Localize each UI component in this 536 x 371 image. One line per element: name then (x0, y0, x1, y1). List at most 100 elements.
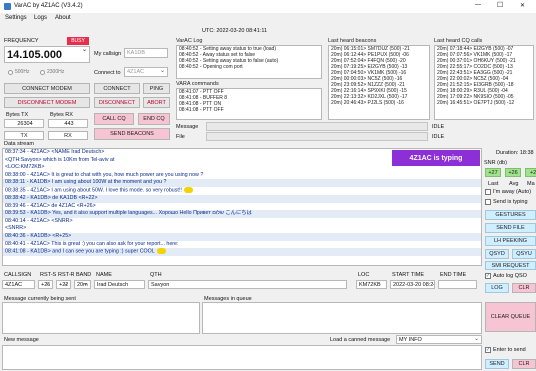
file-progress (206, 132, 428, 141)
bytes-rx-value: 443 (48, 119, 88, 128)
heard-cq-title: Last heard CQ calls (434, 38, 483, 44)
maximize-button[interactable]: ☐ (497, 1, 503, 9)
away-auto-label: I'm away (Auto) (493, 189, 532, 195)
radio-500hz[interactable]: 500Hz (8, 69, 29, 75)
chat-line: 08:38:35 - 4Z1AC> I am using about 50W. … (3, 186, 481, 195)
smiley-emoji-icon (183, 186, 193, 193)
chat-line: 08:40:14 - 4Z1AC> <SNRR> (5, 217, 73, 224)
qso-field-callsign[interactable]: 4Z1AC (2, 280, 35, 289)
qso-header-start-time: START TIME (392, 272, 424, 278)
chat-line: 08:41:08 - KA1DB> and I can see you are … (3, 248, 481, 257)
qso-field-band[interactable]: 20m (74, 280, 91, 289)
close-button[interactable]: ✕ (520, 2, 525, 9)
qso-header-qth: QTH (150, 272, 162, 278)
radio-2300hz[interactable]: 2300Hz (40, 69, 64, 75)
send-beacons-button[interactable]: SEND BEACONS (94, 128, 170, 140)
minimize-button[interactable]: — (475, 2, 481, 8)
qsyu-button[interactable]: QSYU (512, 249, 536, 259)
qso-field-rst-s[interactable]: +25 (38, 280, 53, 289)
canned-value: MY INFO (399, 336, 422, 343)
menu-about[interactable]: About (55, 15, 71, 21)
check-icon: ✓ (485, 347, 491, 353)
msg-queue-box[interactable] (202, 302, 482, 334)
window-title: VarAC by 4Z1AC (V3.4.2) (14, 3, 83, 9)
new-message-label: New message (4, 337, 39, 343)
snr-avg-value: +26 (505, 168, 521, 177)
app-icon (4, 3, 11, 10)
message-label: Message (176, 124, 199, 130)
snr-avg-label: Avg (509, 181, 519, 187)
end-cq-button[interactable]: END CQ (138, 113, 170, 125)
file-label: File (176, 134, 185, 140)
clear-queue-button[interactable]: CLEAR QUEUE (485, 302, 536, 332)
qso-field-start-time[interactable]: 2022-03-20 08:24:33 (390, 280, 435, 289)
qso-field-qth[interactable]: Savyon (148, 280, 347, 289)
connect-to-value: 4Z1AC (127, 69, 145, 75)
ping-button[interactable]: PING (143, 83, 170, 94)
qso-header-band: BAND (76, 272, 92, 278)
heard-cq-box[interactable]: 20m) 07:18:44> EI2GYB (500) -07 20m) 07:0… (434, 45, 534, 120)
smi-request-button[interactable]: SMI REQUEST (485, 261, 536, 270)
clear-queue-label: CLEAR QUEUE (490, 313, 531, 320)
enter-to-send-checkbox[interactable]: ✓ Enter to send (485, 347, 526, 353)
bytes-tx-value: 26304 (4, 119, 44, 128)
log-button[interactable]: LOG (485, 283, 509, 293)
connect-button[interactable]: CONNECT (94, 83, 140, 94)
qso-field-end-time[interactable] (438, 280, 477, 289)
menu-settings[interactable]: Settings (5, 15, 27, 21)
chat-line: 08:40:36 - KA1DB> <R+25> (3, 232, 481, 241)
canned-select[interactable]: MY INFO (396, 335, 482, 344)
radio-500hz-label: 500Hz (15, 69, 30, 75)
call-cq-button[interactable]: CALL CQ (94, 113, 134, 125)
chat-line: 08:38:00 - 4Z1AC> It is great to chat wi… (5, 171, 204, 178)
qsyd-button[interactable]: QSYD (485, 249, 509, 259)
qso-header-callsign: CALLSIGN (4, 272, 32, 278)
qso-header-name: NAME (96, 272, 112, 278)
bytes-tx-text: 26304 (17, 120, 33, 127)
disconnect-button[interactable]: DISCONNECT (94, 97, 140, 108)
abort-button[interactable]: ABORT (143, 97, 170, 108)
radio-circle (40, 69, 45, 75)
my-callsign-label: My callsign (94, 51, 122, 57)
clr-message-button[interactable]: CLR (512, 359, 536, 369)
qso-field-loc[interactable]: KM72KB (356, 280, 387, 289)
lh-peeking-button[interactable]: LH PEEKING (485, 236, 536, 246)
qso-field-rst-r[interactable]: +22 (56, 280, 71, 289)
varac-log-box[interactable]: 08:40:52 - Setting away status to true (… (176, 45, 322, 79)
utc-clock: UTC: 2022-03-20 08:41:11 (202, 28, 268, 34)
bytes-tx-label: Bytes TX (6, 112, 29, 118)
qso-header-rst-r: RST-R (58, 272, 75, 278)
bytes-rx-text: 443 (64, 120, 74, 127)
connect-to-select[interactable]: 4Z1AC (124, 67, 168, 77)
send-button[interactable]: SEND (485, 359, 509, 369)
send-file-button[interactable]: SEND FILE (485, 223, 536, 233)
vara-commands-box[interactable]: 08:41:07 - PTT OFF 08:41:08 - BUFFER 8 08:… (176, 88, 322, 120)
menu-bar: Settings Logs About (0, 14, 536, 24)
disconnect-modem-button[interactable]: DISCONNECT MODEM (4, 97, 90, 108)
chat-line: 08:38:42 - KA1DB> de KA1DB <R+22> (3, 194, 481, 203)
enter-to-send-label: Enter to send (493, 347, 526, 353)
connect-modem-button[interactable]: CONNECT MODEM (4, 83, 90, 94)
my-callsign-input[interactable]: KA1DB (124, 48, 168, 58)
chat-line: 08:40:41 - 4Z1AC> This is great :) you c… (5, 240, 179, 247)
send-typing-checkbox[interactable]: Send is typing (485, 199, 528, 205)
chat-line: <SNRR> (5, 225, 27, 232)
qso-field-name[interactable]: Irad Deutsch (94, 280, 145, 289)
snr-max-label: Ma (527, 181, 535, 187)
new-message-input[interactable] (2, 345, 482, 370)
log-line: 08:40:52 - Opening com port (179, 64, 243, 70)
clr-log-button[interactable]: CLR (512, 283, 536, 293)
check-icon: ✓ (485, 273, 491, 279)
frequency-label: FREQUENCY (4, 38, 39, 44)
away-auto-checkbox[interactable]: I'm away (Auto) (485, 189, 531, 195)
snr-last-label: Last (488, 181, 499, 187)
frequency-input[interactable]: 14.105.000 (4, 46, 90, 63)
menu-logs[interactable]: Logs (34, 15, 47, 21)
file-status: IDLE (432, 134, 445, 140)
gestures-button[interactable]: GESTURES (485, 210, 536, 220)
auto-log-checkbox[interactable]: ✓ Auto log QSO (485, 273, 527, 279)
snr-label: SNR (db) (484, 160, 507, 166)
smiley-emoji-icon (156, 248, 166, 255)
my-callsign-value: KA1DB (127, 50, 146, 56)
heard-beacons-box[interactable]: 20m) 06:15:01> SM7DUZ (500) -21 20m) 06:1… (328, 45, 430, 120)
